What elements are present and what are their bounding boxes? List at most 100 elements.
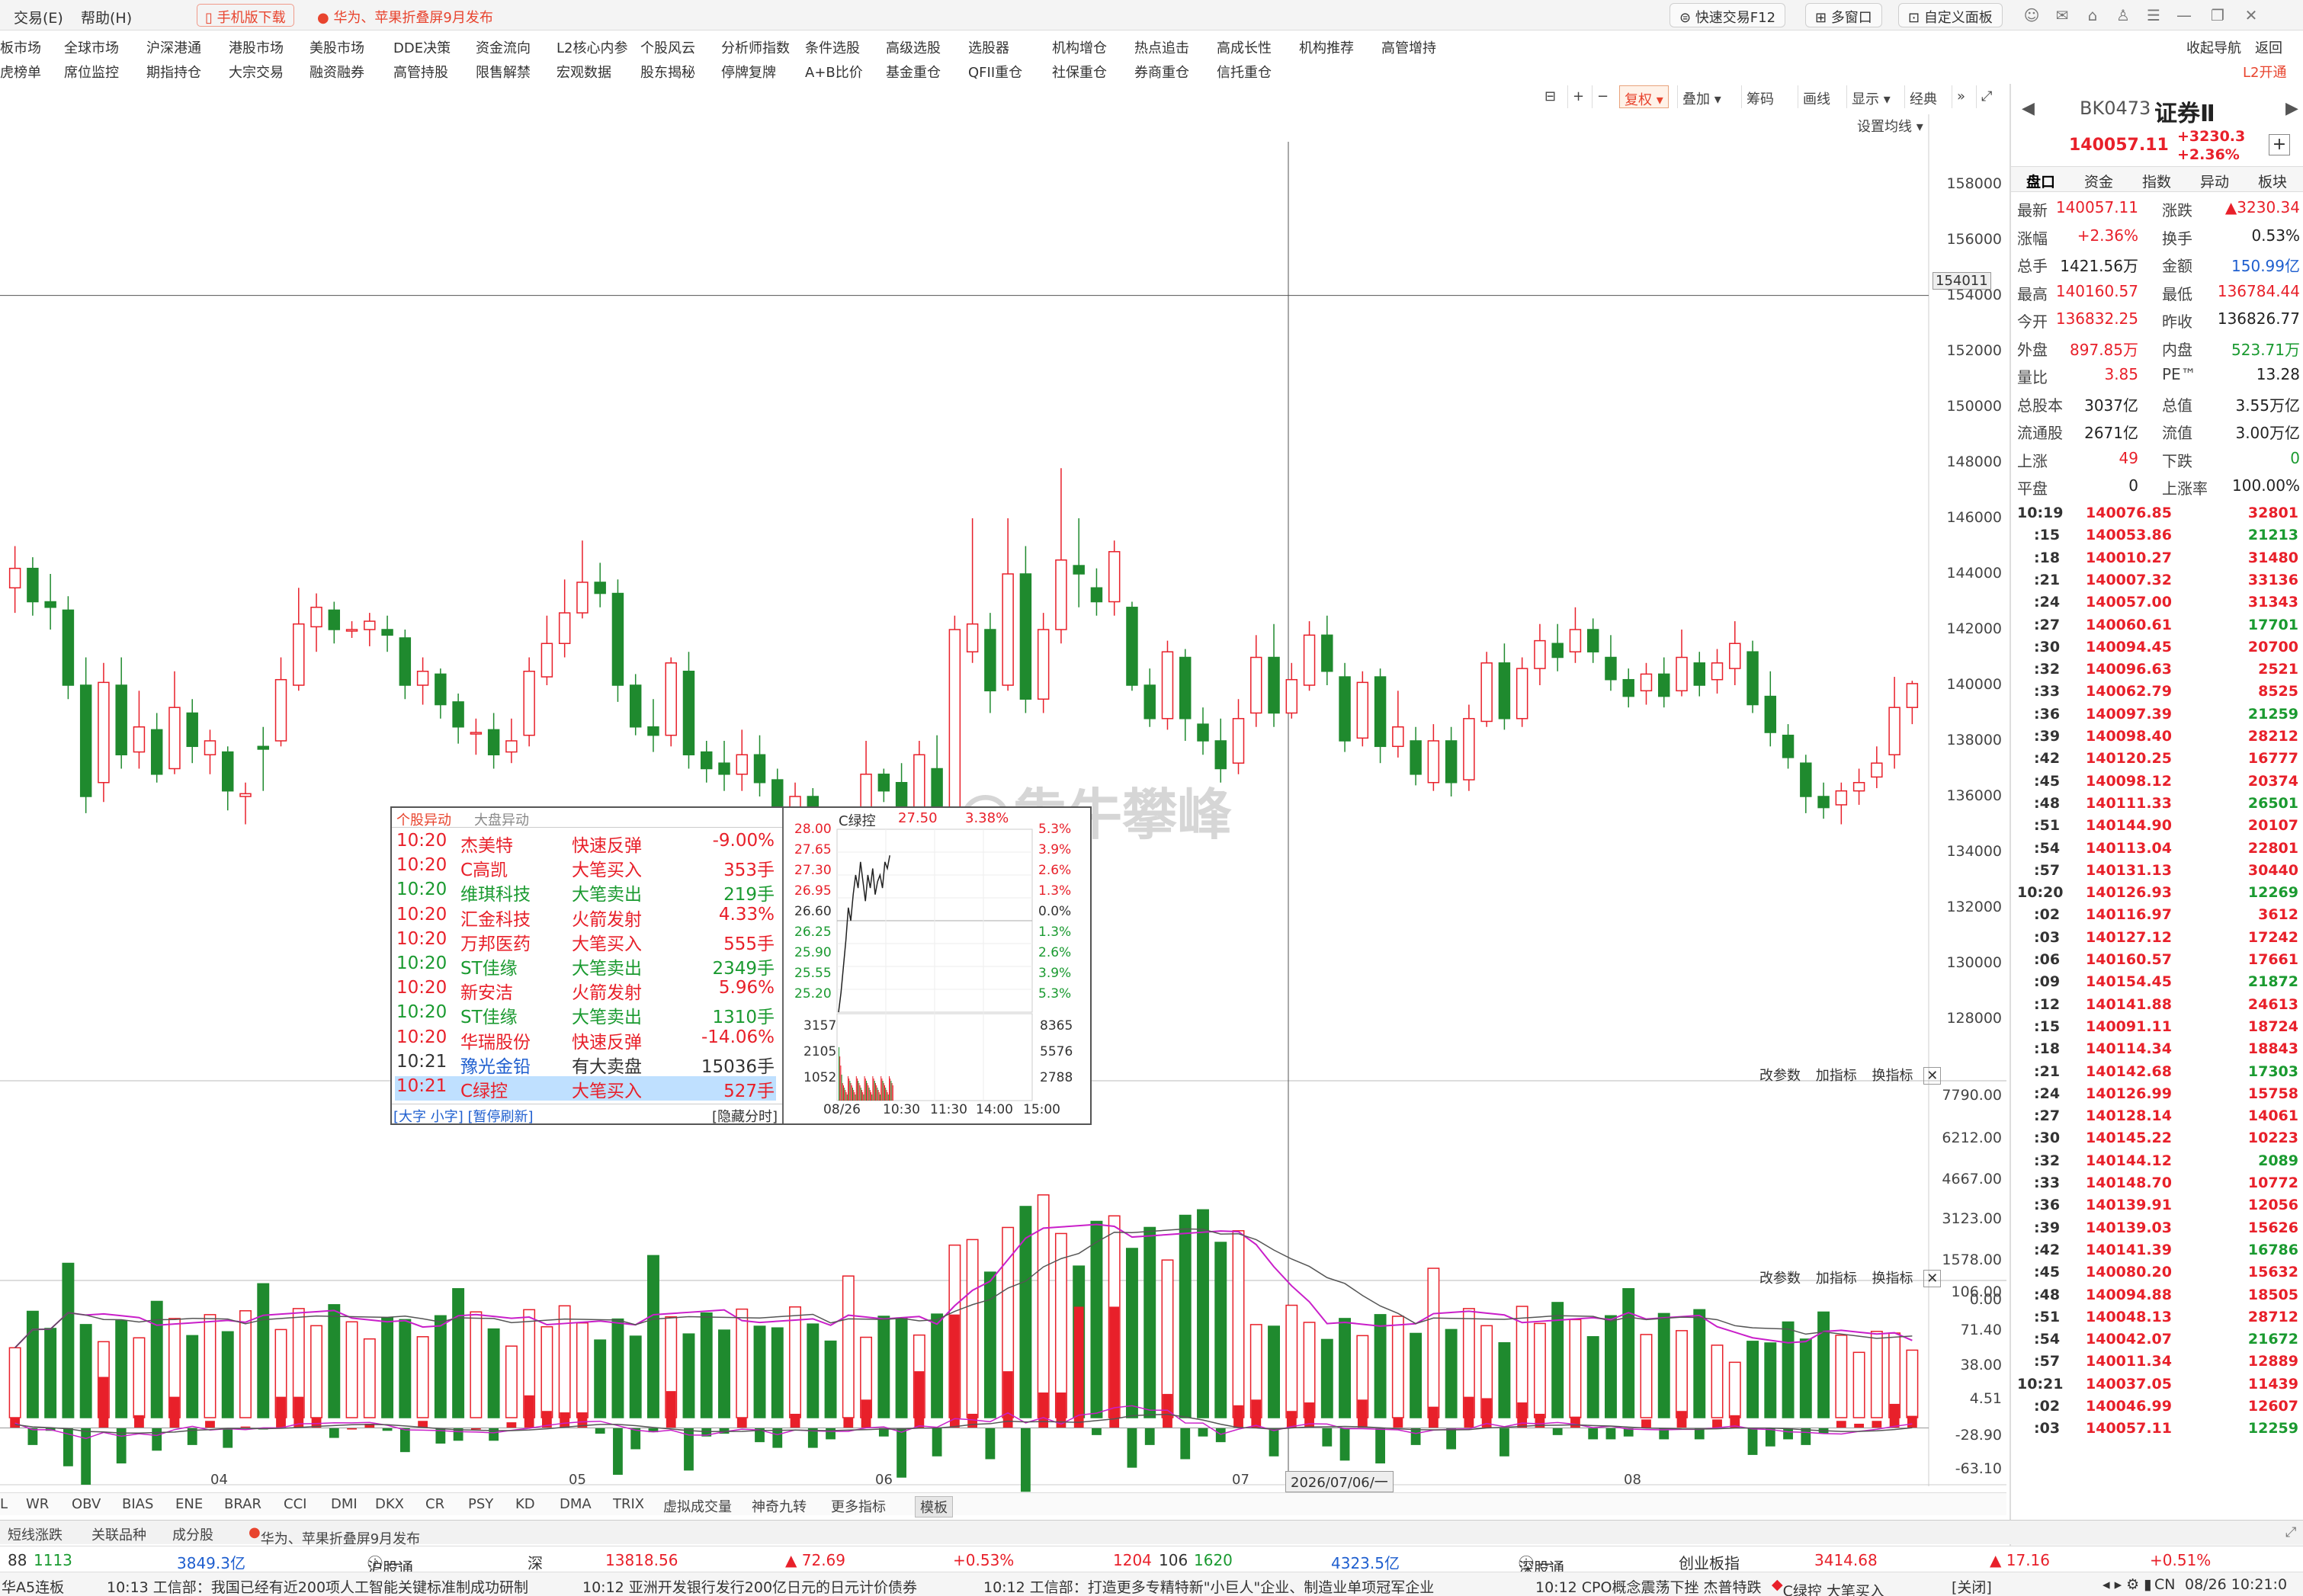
stock-alert-popup[interactable]: 个股异动 大盘异动 10:20 杰美特 快速反弹 -9.00% 10:20 C高凯 大笔买入…	[390, 806, 1092, 1125]
alert-stock-name[interactable]: C绿控	[460, 1076, 508, 1102]
add-watchlist-icon[interactable]: +	[2269, 134, 2290, 155]
overlay-button[interactable]: 叠加 ▾	[1677, 85, 1726, 108]
menu-trade[interactable]: 交易(E)	[14, 7, 63, 27]
nav-item-10[interactable]: 条件选股	[805, 37, 860, 57]
mobile-download-button[interactable]: ▯ 手机版下载	[197, 4, 294, 27]
ticker-item-0[interactable]: 华A5连板	[2, 1576, 64, 1596]
nav2-item-4[interactable]: 融资融券	[310, 62, 364, 82]
ticker-item-4[interactable]: 10:12 CPO概念震荡下挫 杰普特跌	[1535, 1576, 1762, 1596]
nav2-item-7[interactable]: 宏观数据	[557, 62, 611, 82]
display-button[interactable]: 显示 ▾	[1846, 85, 1895, 108]
quote-tab-4[interactable]: 板块	[2258, 171, 2287, 191]
alert-row[interactable]: 10:20 华瑞股份 快速反弹 -14.06%	[395, 1027, 776, 1053]
nav2-item-6[interactable]: 限售解禁	[476, 62, 531, 82]
hgt-label[interactable]: 沪股通 ⓘ —	[367, 1551, 413, 1577]
skin-icon[interactable]: ♙	[2115, 6, 2131, 24]
alert-row[interactable]: 10:21 豫光金铅 有大卖盘 15036手	[395, 1052, 776, 1078]
nav-item-3[interactable]: 港股市场	[229, 37, 284, 57]
l2-open-link[interactable]: L2开通	[2243, 62, 2286, 82]
draw-line-button[interactable]: 画线	[1798, 85, 1835, 108]
macd-switch-indicator-link[interactable]: 换指标	[1872, 1271, 1913, 1287]
nav-item-6[interactable]: 资金流向	[476, 37, 531, 57]
indicator-tab-9[interactable]: CR	[425, 1496, 444, 1512]
collapse-nav-link[interactable]: 收起导航	[2186, 37, 2241, 57]
indicator-tab-11[interactable]: KD	[515, 1496, 535, 1512]
ticker-close-link[interactable]: [关闭]	[1952, 1576, 1992, 1596]
nav-item-0[interactable]: 板市场	[0, 37, 41, 57]
ma-setting-link[interactable]: 设置均线 ▾	[1857, 116, 1923, 136]
nav-item-17[interactable]: 高管增持	[1381, 37, 1436, 57]
vol-edit-params-link[interactable]: 改参数	[1759, 1068, 1801, 1084]
ticker-item-2[interactable]: 10:12 亚洲开发银行发行200亿日元的日元计价债券	[582, 1576, 917, 1596]
alert-stock-name[interactable]: ST佳缘	[460, 1002, 518, 1028]
classic-button[interactable]: 经典	[1904, 85, 1942, 108]
tab-related[interactable]: 关联品种	[91, 1524, 146, 1544]
alert-stock-name[interactable]: C高凯	[460, 855, 508, 881]
nav2-item-12[interactable]: QFII重仓	[968, 62, 1022, 82]
zoom-in-button[interactable]: +	[1567, 85, 1589, 108]
nav-item-11[interactable]: 高级选股	[886, 37, 941, 57]
sgt-label[interactable]: 深股通 ⓘ —	[1519, 1551, 1564, 1577]
nav2-item-1[interactable]: 席位监控	[64, 62, 119, 82]
nav2-item-9[interactable]: 停牌复牌	[721, 62, 776, 82]
zoom-out-button[interactable]: −	[1592, 85, 1613, 108]
nav-item-5[interactable]: DDE决策	[393, 37, 451, 57]
macd-edit-params-link[interactable]: 改参数	[1759, 1271, 1801, 1287]
nav-item-1[interactable]: 全球市场	[64, 37, 119, 57]
alert-row[interactable]: 10:20 C高凯 大笔买入 353手	[395, 855, 776, 880]
top-news-link[interactable]: ● 华为、苹果折叠屏9月发布	[317, 7, 493, 27]
menu-help[interactable]: 帮助(H)	[81, 7, 132, 27]
alert-row[interactable]: 10:20 ST佳缘 大笔卖出 1310手	[395, 1002, 776, 1027]
indicator-tab-10[interactable]: PSY	[468, 1496, 493, 1512]
tab-stock-alerts[interactable]: 个股异动	[396, 809, 451, 829]
alert-row[interactable]: 10:21 C绿控 大笔买入 527手	[395, 1076, 776, 1101]
nav-item-7[interactable]: L2核心内参	[557, 37, 627, 57]
ticker-item-1[interactable]: 10:13 工信部：我国已经有近200项人工智能关键标准制成功研制	[107, 1576, 528, 1596]
fullscreen-icon[interactable]: ⤢	[1976, 85, 1997, 108]
chips-button[interactable]: 筹码	[1741, 85, 1779, 108]
custom-panel-button[interactable]: ⊡ 自定义面板	[1898, 3, 2003, 27]
indicator-tab-13[interactable]: TRIX	[613, 1496, 644, 1512]
indicator-tab-5[interactable]: BRAR	[224, 1496, 261, 1512]
mail-icon[interactable]: ✉	[2054, 6, 2070, 24]
indicator-tab-0[interactable]: L	[0, 1496, 8, 1512]
alert-stock-name[interactable]: 豫光金铅	[460, 1052, 531, 1078]
alert-stock-name[interactable]: 杰美特	[460, 831, 513, 857]
restore-rights-button[interactable]: 复权 ▾	[1619, 85, 1669, 108]
indicator-tab-16[interactable]: 更多指标	[831, 1496, 886, 1516]
back-link[interactable]: 返回	[2255, 37, 2282, 57]
alert-stock-name[interactable]: ST佳缘	[460, 953, 518, 979]
home-icon[interactable]: ⌂	[2084, 6, 2101, 24]
user-icon[interactable]: ☺	[2023, 6, 2040, 24]
nav-item-13[interactable]: 机构增仓	[1052, 37, 1107, 57]
indicator-tab-14[interactable]: 虚拟成交量	[663, 1496, 732, 1516]
quote-tab-2[interactable]: 指数	[2142, 171, 2171, 191]
macd-add-indicator-link[interactable]: 加指标	[1816, 1271, 1857, 1287]
indicator-tab-15[interactable]: 神奇九转	[752, 1496, 807, 1516]
ticker-item-3[interactable]: 10:12 工信部：打造更多专精特新"小巨人"企业、制造业单项冠军企业	[983, 1576, 1434, 1596]
expand-bottom-icon[interactable]: ⤢	[2285, 1524, 2296, 1540]
indicator-tab-2[interactable]: OBV	[72, 1496, 101, 1512]
alert-row[interactable]: 10:20 万邦医药 大笔买入 555手	[395, 929, 776, 954]
nav2-item-0[interactable]: 虎榜单	[0, 62, 41, 82]
nav2-item-3[interactable]: 大宗交易	[229, 62, 284, 82]
nav-item-8[interactable]: 个股风云	[640, 37, 695, 57]
nav2-item-13[interactable]: 社保重仓	[1052, 62, 1107, 82]
alert-stock-name[interactable]: 维琪科技	[460, 880, 531, 905]
expand-icon[interactable]: »	[1952, 85, 1970, 108]
nav-item-16[interactable]: 机构推荐	[1299, 37, 1354, 57]
nav-item-9[interactable]: 分析师指数	[721, 37, 790, 57]
indicator-tab-1[interactable]: WR	[26, 1496, 49, 1512]
alert-row[interactable]: 10:20 新安洁 火箭发射 5.96%	[395, 978, 776, 1003]
indicator-tab-7[interactable]: DMI	[331, 1496, 358, 1512]
minimize-icon[interactable]: —	[2176, 6, 2192, 24]
indicator-tab-8[interactable]: DKX	[375, 1496, 404, 1512]
nav2-item-11[interactable]: 基金重仓	[886, 62, 941, 82]
quick-trade-button[interactable]: ⊜ 快速交易F12	[1670, 3, 1786, 27]
settings-icon[interactable]: ☰	[2145, 6, 2162, 24]
multi-window-button[interactable]: ⊞ 多窗口	[1805, 3, 1882, 27]
tab-short-term[interactable]: 短线涨跌	[8, 1524, 63, 1544]
alert-row[interactable]: 10:20 ST佳缘 大笔卖出 2349手	[395, 953, 776, 979]
macd-close-icon[interactable]: ✕	[1923, 1270, 1942, 1287]
tray-icons[interactable]: ◂ ▸ ⚙ ▮	[2103, 1576, 2152, 1593]
